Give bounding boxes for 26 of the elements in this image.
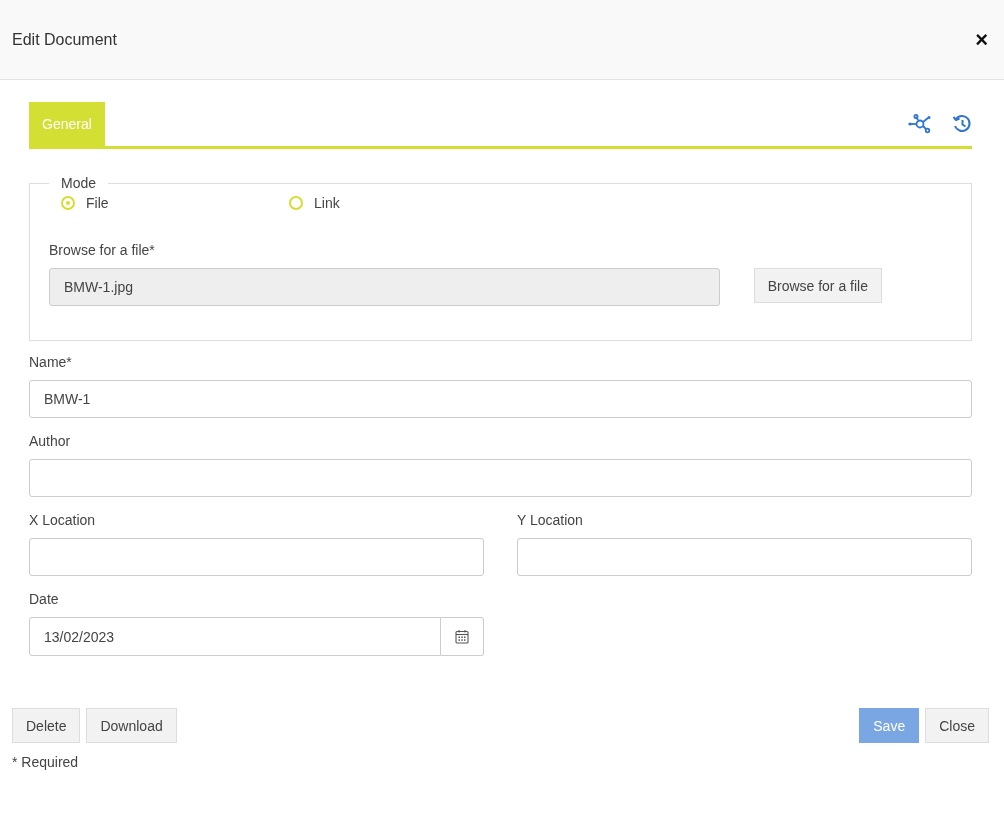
action-button[interactable]: Close	[925, 708, 989, 743]
field-label: Y Location	[517, 512, 584, 528]
field-label: Date	[29, 591, 60, 607]
field-label: Name*	[29, 354, 73, 370]
required-note: * Required	[12, 754, 80, 770]
text-field[interactable]	[517, 538, 972, 576]
calendar-icon	[455, 629, 469, 644]
action-button[interactable]: Delete	[12, 708, 81, 743]
network-nodes-icon[interactable]	[908, 114, 932, 134]
text-field[interactable]: BMW-1	[29, 380, 972, 418]
field-label: Author	[29, 433, 72, 449]
action-button[interactable]: Download	[86, 708, 177, 743]
text-field[interactable]	[29, 538, 484, 576]
browse-button[interactable]: Browse for a file	[753, 268, 882, 303]
close-button[interactable]: ×	[975, 28, 988, 51]
date-field[interactable]: 13/02/2023	[29, 617, 441, 656]
group-legend: Mode	[49, 175, 109, 191]
radio-option[interactable]: Link	[277, 195, 505, 211]
field-label: X Location	[29, 512, 97, 528]
file-input-field[interactable]: BMW-1.jpg	[49, 268, 720, 306]
history-icon[interactable]	[952, 114, 972, 134]
field-label: Browse for a file*	[49, 242, 156, 258]
text-field[interactable]	[29, 459, 972, 497]
dialog-title: Edit Document	[12, 30, 117, 49]
calendar-button[interactable]	[441, 617, 484, 656]
radio-option[interactable]: File	[49, 195, 277, 211]
